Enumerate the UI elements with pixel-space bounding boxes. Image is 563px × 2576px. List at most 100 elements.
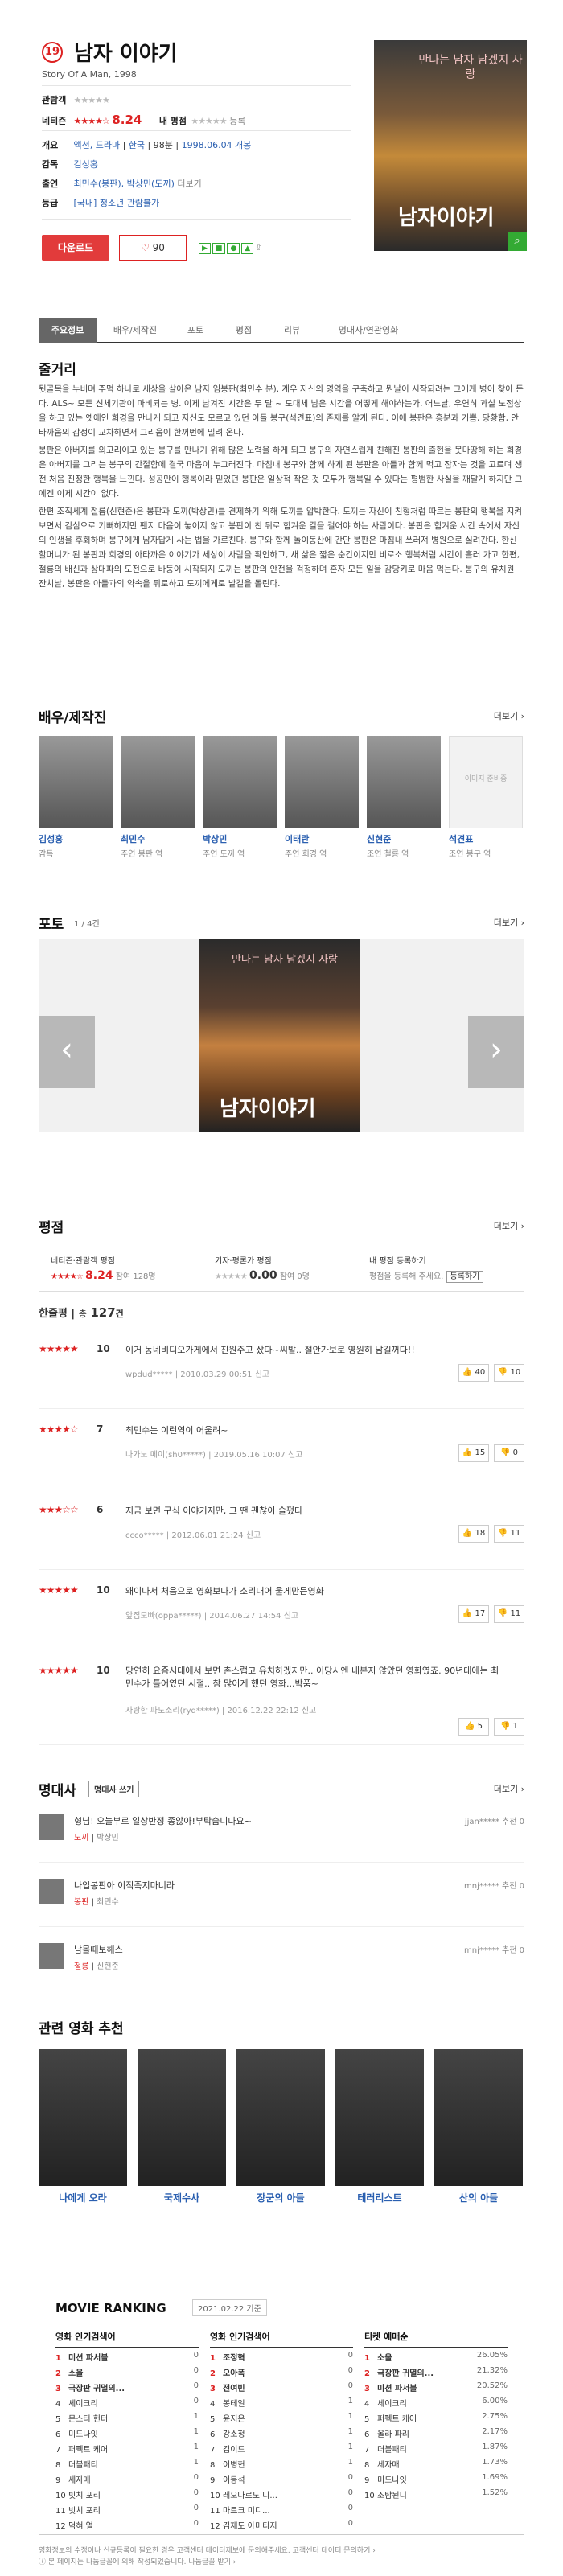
related-title[interactable]: 장군의 아들	[236, 2191, 325, 2204]
write-quote-button[interactable]: 명대사 쓰기	[88, 1781, 140, 1797]
like-button[interactable]: ♡ 90	[119, 235, 187, 261]
tab-rating[interactable]: 평점	[224, 318, 264, 343]
ranking-item[interactable]: 9 세자매 0	[55, 2473, 199, 2488]
ranking-name[interactable]: 마르크 미디...	[223, 2507, 270, 2516]
cast-name[interactable]: 김성홍	[39, 832, 113, 845]
ranking-item[interactable]: 3 미션 파서블 20.52%	[364, 2381, 508, 2397]
movie-title[interactable]: 남자 이야기	[74, 37, 178, 67]
ranking-item[interactable]: 10 레오나르도 디... 0	[210, 2488, 353, 2504]
quotes-more-link[interactable]: 더보기 ›	[494, 1782, 524, 1795]
ranking-name[interactable]: 미드나잇	[68, 2430, 98, 2439]
ranking-item[interactable]: 5 퍼펙트 케어 2.75%	[364, 2412, 508, 2427]
ranking-name[interactable]: 소울	[68, 2369, 83, 2378]
genre-link[interactable]: 액션, 드라마	[74, 140, 121, 150]
ranking-name[interactable]: 덕혀 얼	[68, 2522, 93, 2531]
ranking-item[interactable]: 10 빗치 포리 0	[55, 2488, 199, 2504]
ranking-name[interactable]: 세이크리	[377, 2400, 407, 2409]
ranking-name[interactable]: 레오나르도 디...	[223, 2492, 277, 2500]
related-title[interactable]: 국제수사	[138, 2191, 226, 2204]
kakao-share-icon[interactable]: ▶	[199, 243, 211, 254]
ranking-item[interactable]: 7 더블패티 1.87%	[364, 2442, 508, 2458]
photo-image[interactable]: 만나는 남자 남겠지 사랑 남자이야기	[199, 939, 360, 1132]
ranking-item[interactable]: 1 미션 파서블 0	[55, 2351, 199, 2366]
related-movie[interactable]: 국제수사	[138, 2049, 226, 2204]
ranking-name[interactable]: 윤지온	[223, 2415, 245, 2424]
ranking-item[interactable]: 7 퍼펙트 케어 1	[55, 2442, 199, 2458]
director-link[interactable]: 김성홍	[74, 159, 98, 170]
download-button[interactable]: 다운로드	[42, 235, 109, 261]
cast-name[interactable]: 최민수	[121, 832, 195, 845]
ranking-name[interactable]: 세자매	[68, 2476, 91, 2485]
related-movie[interactable]: 장군의 아들	[236, 2049, 325, 2204]
like-button[interactable]: 👍 17	[458, 1605, 489, 1623]
ranking-item[interactable]: 5 몬스터 헌터 1	[55, 2412, 199, 2427]
ranking-name[interactable]: 조정혁	[223, 2354, 245, 2363]
cast-card[interactable]: 박상민 주연 도끼 역	[203, 736, 277, 859]
ranking-name[interactable]: 올라 파리	[377, 2430, 409, 2439]
cast-name[interactable]: 이태란	[285, 832, 359, 845]
band-share-icon[interactable]: ●	[227, 243, 240, 254]
ranking-name[interactable]: 세자매	[377, 2461, 400, 2470]
ranking-name[interactable]: 세이크리	[68, 2400, 98, 2409]
cast-card[interactable]: 신현준 조연 철룡 역	[367, 736, 441, 859]
dislike-button[interactable]: 👎 11	[494, 1605, 524, 1623]
related-title[interactable]: 산의 아들	[434, 2191, 523, 2204]
ranking-item[interactable]: 2 오아폭 0	[210, 2366, 353, 2381]
ranking-item[interactable]: 3 전여빈 0	[210, 2381, 353, 2397]
ranking-item[interactable]: 1 조정혁 0	[210, 2351, 353, 2366]
ranking-name[interactable]: 퍼펙트 케어	[68, 2446, 108, 2455]
like-button[interactable]: 👍 40	[458, 1364, 489, 1382]
ranking-item[interactable]: 8 이병헌 1	[210, 2458, 353, 2473]
ranking-item[interactable]: 12 김재도 아미티지 0	[210, 2519, 353, 2534]
tab-photo[interactable]: 포토	[175, 318, 216, 343]
ranking-item[interactable]: 6 올라 파리 2.17%	[364, 2427, 508, 2442]
cast-card[interactable]: 최민수 주연 봉판 역	[121, 736, 195, 859]
ranking-name[interactable]: 미션 파서블	[68, 2354, 108, 2363]
related-movie[interactable]: 산의 아들	[434, 2049, 523, 2204]
dislike-button[interactable]: 👎 0	[494, 1444, 524, 1462]
line-share-icon[interactable]: ■	[212, 243, 226, 254]
ranking-item[interactable]: 2 소울 0	[55, 2366, 199, 2381]
ranking-item[interactable]: 4 봉테일 1	[210, 2397, 353, 2412]
ranking-name[interactable]: 미드나잇	[377, 2476, 407, 2485]
like-button[interactable]: 👍 18	[458, 1525, 489, 1543]
my-rating-link[interactable]: 등록	[229, 116, 245, 126]
cast-card[interactable]: 이미지 준비중 석견표 조연 봉구 역	[449, 736, 523, 859]
related-title[interactable]: 테러리스트	[335, 2191, 424, 2204]
dislike-button[interactable]: 👎 10	[494, 1364, 524, 1382]
related-movie[interactable]: 나에게 오라	[39, 2049, 127, 2204]
ranking-item[interactable]: 7 김이드 1	[210, 2442, 353, 2458]
dislike-button[interactable]: 👎 11	[494, 1525, 524, 1543]
ranking-item[interactable]: 11 마르크 미디... 0	[210, 2504, 353, 2519]
related-title[interactable]: 나에게 오라	[39, 2191, 127, 2204]
ranking-name[interactable]: 더블패티	[377, 2446, 407, 2455]
ranking-name[interactable]: 이동석	[223, 2476, 245, 2485]
ranking-name[interactable]: 강소정	[223, 2430, 245, 2439]
cast-card[interactable]: 김성홍 감독	[39, 736, 113, 859]
share-icon[interactable]: ⇪	[255, 244, 261, 253]
blog-share-icon[interactable]: ▲	[241, 243, 254, 254]
ranking-item[interactable]: 6 미드나잇 1	[55, 2427, 199, 2442]
dislike-button[interactable]: 👎 1	[494, 1718, 524, 1736]
ranking-name[interactable]: 극장판 귀멸의...	[377, 2369, 434, 2378]
quote-actor[interactable]: 신현준	[97, 1962, 119, 1971]
zoom-icon[interactable]: ⌕	[508, 232, 527, 251]
ranking-name[interactable]: 봉테일	[223, 2400, 245, 2409]
ranking-name[interactable]: 오아폭	[223, 2369, 245, 2378]
ranking-name[interactable]: 빗치 포리	[68, 2492, 101, 2500]
ranking-name[interactable]: 미션 파서블	[377, 2385, 417, 2393]
ranking-item[interactable]: 2 극장판 귀멸의... 21.32%	[364, 2366, 508, 2381]
ranking-name[interactable]: 조탐된디	[377, 2492, 407, 2500]
quote-actor[interactable]: 최민수	[97, 1898, 119, 1907]
ranking-name[interactable]: 극장판 귀멸의...	[68, 2385, 125, 2393]
ranking-item[interactable]: 3 극장판 귀멸의... 0	[55, 2381, 199, 2397]
movie-poster[interactable]: 만나는 남자 남겠지 사랑 남자이야기 ⌕	[374, 40, 527, 251]
like-button[interactable]: 👍 5	[458, 1718, 489, 1736]
ranking-name[interactable]: 김재도 아미티지	[223, 2522, 277, 2531]
ranking-name[interactable]: 김이드	[223, 2446, 245, 2455]
ranking-name[interactable]: 더블패티	[68, 2461, 98, 2470]
release-link[interactable]: 1998.06.04 개봉	[182, 140, 252, 150]
prev-arrow-icon[interactable]: ‹	[39, 1016, 95, 1088]
cast-name[interactable]: 신현준	[367, 832, 441, 845]
next-arrow-icon[interactable]: ›	[468, 1016, 524, 1088]
